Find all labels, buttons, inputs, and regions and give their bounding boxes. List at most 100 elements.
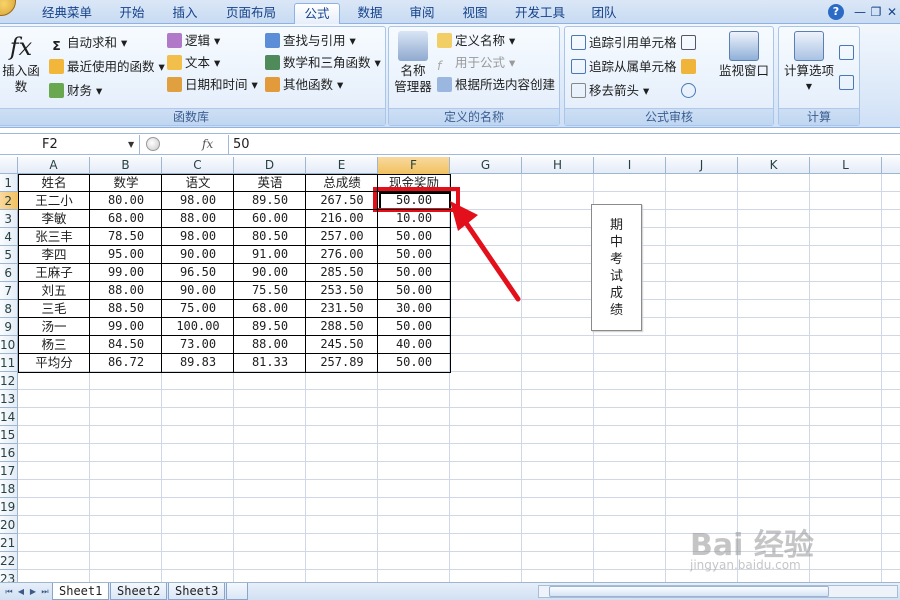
table-cell[interactable]: 50.00 (378, 354, 450, 372)
autosum-button[interactable]: Σ 自动求和 ▾ (49, 33, 127, 53)
row-header-22[interactable]: 22 (0, 552, 18, 570)
table-cell[interactable]: 216.00 (306, 210, 378, 228)
column-header-A[interactable]: A (18, 157, 90, 174)
table-cell[interactable]: 98.00 (162, 228, 234, 246)
table-cell[interactable]: 平均分 (18, 354, 90, 372)
insert-function-button[interactable]: fx 插入函数 (0, 31, 43, 95)
table-cell[interactable]: 288.50 (306, 318, 378, 336)
row-header-15[interactable]: 15 (0, 426, 18, 444)
select-all-corner[interactable] (0, 157, 18, 174)
text-box-exam-results[interactable]: 期中考试成绩 (591, 204, 642, 331)
table-cell[interactable]: 刘五 (18, 282, 90, 300)
more-functions-button[interactable]: 其他函数 ▾ (265, 75, 343, 95)
row-header-8[interactable]: 8 (0, 300, 18, 318)
table-cell[interactable]: 257.89 (306, 354, 378, 372)
row-header-23[interactable]: 23 (0, 570, 18, 582)
table-cell[interactable]: 68.00 (90, 210, 162, 228)
table-cell[interactable]: 90.00 (162, 282, 234, 300)
row-header-14[interactable]: 14 (0, 408, 18, 426)
formula-bar-expand-icon[interactable] (146, 137, 160, 151)
row-header-1[interactable]: 1 (0, 174, 18, 192)
table-cell[interactable]: 91.00 (234, 246, 306, 264)
table-cell[interactable]: 99.00 (90, 264, 162, 282)
table-cell[interactable]: 88.00 (90, 282, 162, 300)
use-in-formula-button[interactable]: f 用于公式 ▾ (437, 53, 515, 73)
table-cell[interactable]: 张三丰 (18, 228, 90, 246)
table-cell[interactable]: 80.00 (90, 192, 162, 210)
table-cell[interactable]: 89.50 (234, 192, 306, 210)
table-cell[interactable]: 89.50 (234, 318, 306, 336)
column-header-D[interactable]: D (234, 157, 306, 174)
table-cell[interactable]: 81.33 (234, 354, 306, 372)
table-cell[interactable]: 267.50 (306, 192, 378, 210)
insert-function-icon[interactable]: fx (202, 135, 213, 154)
define-name-button[interactable]: 定义名称 ▾ (437, 31, 515, 51)
tab-data[interactable]: 数据 (350, 3, 390, 24)
tab-review[interactable]: 审阅 (402, 3, 442, 24)
create-from-selection-button[interactable]: 根据所选内容创建 (437, 75, 555, 95)
remove-arrows-button[interactable]: 移去箭头 ▾ (571, 81, 649, 101)
table-cell[interactable]: 100.00 (162, 318, 234, 336)
table-cell[interactable]: 88.50 (90, 300, 162, 318)
table-cell[interactable]: 60.00 (234, 210, 306, 228)
row-header-6[interactable]: 6 (0, 264, 18, 282)
trace-precedents-button[interactable]: 追踪引用单元格 (571, 33, 677, 53)
help-icon[interactable]: ? (828, 4, 844, 20)
row-header-10[interactable]: 10 (0, 336, 18, 354)
table-cell[interactable]: 三毛 (18, 300, 90, 318)
table-cell[interactable]: 99.00 (90, 318, 162, 336)
table-header-cell[interactable]: 语文 (162, 174, 234, 192)
row-header-11[interactable]: 11 (0, 354, 18, 372)
lookup-reference-button[interactable]: 查找与引用 ▾ (265, 31, 356, 51)
tab-page-layout[interactable]: 页面布局 (218, 3, 284, 24)
calc-options-button[interactable]: 计算选项 ▼ (781, 31, 837, 95)
table-cell[interactable]: 88.00 (162, 210, 234, 228)
table-cell[interactable]: 78.50 (90, 228, 162, 246)
row-header-7[interactable]: 7 (0, 282, 18, 300)
financial-button[interactable]: 财务 ▾ (49, 81, 102, 101)
calculate-now-button[interactable] (839, 43, 857, 63)
table-cell[interactable]: 96.50 (162, 264, 234, 282)
name-box[interactable]: F2 (0, 135, 140, 154)
table-cell[interactable]: 253.50 (306, 282, 378, 300)
row-header-12[interactable]: 12 (0, 372, 18, 390)
row-header-5[interactable]: 5 (0, 246, 18, 264)
worksheet-grid[interactable]: ABCDEFGHIJKL 1 2 3 4 5 6 7 8 9 10 11 12 13 14 15 16 17 18… (0, 157, 900, 582)
date-time-button[interactable]: 日期和时间 ▾ (167, 75, 258, 95)
table-cell[interactable]: 245.50 (306, 336, 378, 354)
table-cell[interactable]: 276.00 (306, 246, 378, 264)
table-cell[interactable]: 汤一 (18, 318, 90, 336)
table-cell[interactable]: 李四 (18, 246, 90, 264)
name-manager-button[interactable]: 名称 管理器 (393, 31, 433, 95)
table-cell[interactable]: 89.83 (162, 354, 234, 372)
next-sheet-icon[interactable]: ▶ (28, 586, 38, 598)
row-header-4[interactable]: 4 (0, 228, 18, 246)
table-cell[interactable]: 257.00 (306, 228, 378, 246)
table-cell[interactable]: 王二小 (18, 192, 90, 210)
formula-input[interactable]: 50 (228, 135, 900, 154)
table-cell[interactable]: 73.00 (162, 336, 234, 354)
row-header-17[interactable]: 17 (0, 462, 18, 480)
column-header-I[interactable]: I (594, 157, 666, 174)
column-header-K[interactable]: K (738, 157, 810, 174)
tab-team[interactable]: 团队 (584, 3, 624, 24)
column-header-E[interactable]: E (306, 157, 378, 174)
sheet-tab-sheet1[interactable]: Sheet1 (52, 583, 110, 600)
table-cell[interactable]: 50.00 (378, 318, 450, 336)
calculate-sheet-button[interactable] (839, 73, 857, 93)
row-header-21[interactable]: 21 (0, 534, 18, 552)
column-header-F[interactable]: F (378, 157, 450, 174)
office-button[interactable] (0, 0, 16, 16)
text-button[interactable]: 文本 ▾ (167, 53, 220, 73)
horizontal-scroll-thumb[interactable] (549, 586, 829, 597)
row-header-19[interactable]: 19 (0, 498, 18, 516)
table-cell[interactable]: 李敏 (18, 210, 90, 228)
table-header-cell[interactable]: 英语 (234, 174, 306, 192)
trace-dependents-button[interactable]: 追踪从属单元格 (571, 57, 677, 77)
tab-developer[interactable]: 开发工具 (510, 3, 570, 24)
table-cell[interactable]: 95.00 (90, 246, 162, 264)
column-header-J[interactable]: J (666, 157, 738, 174)
row-header-20[interactable]: 20 (0, 516, 18, 534)
recent-functions-button[interactable]: 最近使用的函数 ▾ (49, 57, 165, 77)
table-cell[interactable]: 90.00 (234, 264, 306, 282)
